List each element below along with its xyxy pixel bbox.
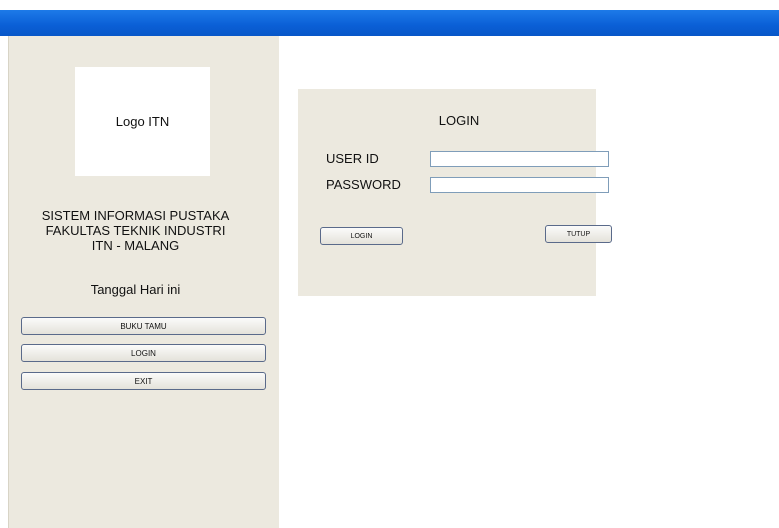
close-button[interactable]: TUTUP bbox=[545, 225, 612, 243]
date-label: Tanggal Hari ini bbox=[90, 282, 181, 297]
login-panel-title: LOGIN bbox=[438, 113, 480, 128]
exit-button-label: EXIT bbox=[134, 376, 153, 386]
login-submit-button[interactable]: LOGIN bbox=[320, 227, 403, 245]
login-submit-button-label: LOGIN bbox=[350, 232, 373, 240]
app-title-line-2: FAKULTAS TEKNIK INDUSTRI bbox=[45, 223, 226, 238]
app-title-line-1: SISTEM INFORMASI PUSTAKA bbox=[41, 208, 230, 223]
guestbook-button[interactable]: BUKU TAMU bbox=[21, 317, 266, 335]
window-left-border bbox=[0, 36, 8, 528]
user-id-input[interactable] bbox=[430, 151, 609, 167]
close-button-label: TUTUP bbox=[566, 230, 591, 238]
window-titlebar[interactable] bbox=[0, 10, 779, 36]
sidebar: Logo ITN SISTEM INFORMASI PUSTAKA FAKULT… bbox=[8, 36, 279, 528]
app-title: SISTEM INFORMASI PUSTAKA FAKULTAS TEKNIK… bbox=[9, 208, 262, 253]
guestbook-button-label: BUKU TAMU bbox=[120, 321, 167, 331]
app-title-line-3: ITN - MALANG bbox=[91, 238, 180, 253]
login-panel: LOGIN USER ID PASSWORD LOGIN TUTUP bbox=[298, 89, 612, 296]
sidebar-login-button-label: LOGIN bbox=[131, 348, 156, 358]
exit-button[interactable]: EXIT bbox=[21, 372, 266, 390]
password-input[interactable] bbox=[430, 177, 609, 193]
password-label: PASSWORD bbox=[326, 177, 401, 192]
logo-text: Logo ITN bbox=[115, 114, 170, 129]
logo-placeholder: Logo ITN bbox=[75, 67, 210, 176]
sidebar-login-button[interactable]: LOGIN bbox=[21, 344, 266, 362]
user-id-label: USER ID bbox=[326, 151, 379, 166]
